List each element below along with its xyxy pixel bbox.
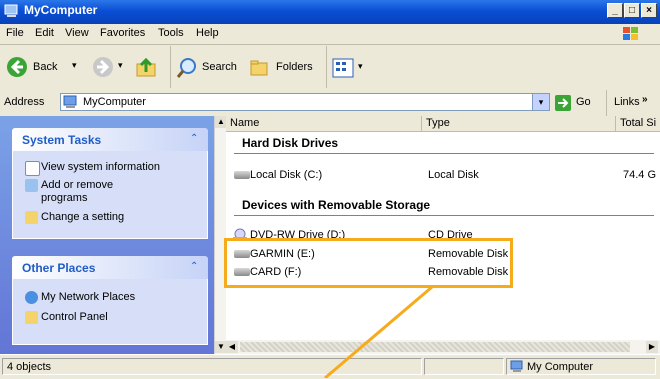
search-label: Search: [202, 61, 237, 73]
group-divider: [234, 215, 654, 216]
column-header-size[interactable]: Total Si: [616, 116, 660, 132]
forward-button[interactable]: [92, 56, 114, 78]
close-button[interactable]: ×: [641, 3, 657, 18]
status-bar: 4 objects My Computer: [0, 354, 660, 379]
chevron-up-icon[interactable]: ⌃: [190, 261, 198, 272]
system-tasks-title: System Tasks: [22, 133, 102, 147]
explorer-window: MyComputer _ □ × File Edit View Favorite…: [0, 0, 660, 379]
control-panel-icon: [25, 311, 38, 324]
drive-size: 74.4 G: [623, 169, 657, 181]
menu-file[interactable]: File: [6, 27, 24, 39]
folders-label: Folders: [276, 61, 313, 73]
go-arrow-icon: [555, 95, 571, 111]
views-button[interactable]: ▾: [332, 56, 370, 80]
views-icon: [332, 58, 354, 78]
chevron-down-icon[interactable]: ▾: [118, 60, 123, 71]
folders-button[interactable]: Folders: [248, 56, 320, 80]
change-setting-link[interactable]: Change a setting: [41, 211, 124, 224]
highlight-box: [224, 238, 513, 288]
chevron-down-icon: ▾: [72, 60, 77, 70]
group-divider: [234, 153, 654, 154]
menu-favorites[interactable]: Favorites: [100, 27, 145, 39]
status-segment-blank: [424, 358, 504, 375]
system-tasks-panel: View system information Add or remove pr…: [12, 151, 208, 239]
back-button[interactable]: Back ▾: [6, 56, 86, 80]
window-title: MyComputer: [24, 3, 98, 17]
address-bar: Address MyComputer ▾ Go Links »: [0, 90, 660, 117]
control-panel-link[interactable]: Control Panel: [41, 311, 108, 324]
windows-logo-icon: [623, 27, 638, 40]
toolbar: Back ▾ ▾ Search Folders ▾: [0, 45, 660, 91]
search-button[interactable]: Search: [176, 56, 242, 80]
menu-view[interactable]: View: [65, 27, 89, 39]
title-bar[interactable]: MyComputer _ □ ×: [0, 0, 660, 24]
links-button[interactable]: Links: [614, 96, 640, 108]
hard-drive-icon: [234, 171, 250, 179]
group-header-hard-disk: Hard Disk Drives: [242, 136, 339, 150]
toolbar-divider: [170, 46, 171, 88]
back-label: Back: [33, 61, 58, 73]
my-network-places-link[interactable]: My Network Places: [41, 291, 135, 304]
other-places-panel: My Network Places Control Panel: [12, 279, 208, 345]
chevron-down-icon: ▾: [358, 61, 363, 71]
status-location: My Computer: [527, 361, 594, 373]
other-places-header[interactable]: Other Places ⌃: [12, 256, 208, 279]
view-system-info-link[interactable]: View system information: [41, 161, 160, 174]
computer-icon: [510, 360, 523, 372]
chevron-up-icon[interactable]: ⌃: [190, 133, 198, 144]
scroll-track[interactable]: [240, 342, 630, 352]
search-icon: [176, 58, 196, 78]
column-header-type[interactable]: Type: [422, 116, 616, 132]
back-arrow-icon: [7, 57, 27, 77]
drive-type: Local Disk: [428, 169, 479, 181]
horizontal-scrollbar[interactable]: ◀ ▶: [226, 340, 660, 354]
address-dropdown-button[interactable]: ▾: [532, 94, 549, 110]
toolbar-divider: [606, 90, 607, 116]
minimize-button[interactable]: _: [607, 3, 623, 18]
drive-name: Local Disk (C:): [250, 169, 323, 181]
task-pane: System Tasks ⌃ View system information A…: [0, 116, 214, 354]
system-tasks-header[interactable]: System Tasks ⌃: [12, 128, 208, 151]
scroll-right-arrow-icon[interactable]: ▶: [646, 341, 658, 353]
chevron-right-icon[interactable]: »: [642, 94, 648, 105]
computer-icon: [4, 4, 18, 17]
system-info-icon: [25, 161, 40, 176]
address-value: MyComputer: [83, 96, 146, 108]
status-segment-location: My Computer: [506, 358, 656, 375]
status-segment-count: 4 objects: [2, 358, 422, 375]
scroll-left-arrow-icon[interactable]: ◀: [226, 341, 238, 353]
go-label: Go: [576, 96, 591, 108]
menu-tools[interactable]: Tools: [158, 27, 184, 39]
add-remove-programs-link[interactable]: Add or remove programs: [41, 179, 161, 205]
network-places-icon: [25, 291, 38, 304]
computer-icon: [63, 95, 77, 108]
up-folder-button[interactable]: [135, 56, 157, 78]
add-remove-icon: [25, 179, 38, 192]
control-panel-icon: [25, 211, 38, 224]
go-button[interactable]: Go: [554, 93, 600, 113]
menu-help[interactable]: Help: [196, 27, 219, 39]
address-label: Address: [4, 96, 45, 108]
content-pane: Name Type Total Si Hard Disk Drives Loca…: [226, 116, 660, 340]
column-header-name[interactable]: Name: [226, 116, 422, 132]
other-places-title: Other Places: [22, 261, 96, 275]
object-count: 4 objects: [7, 361, 52, 373]
maximize-button[interactable]: □: [624, 3, 640, 18]
toolbar-divider: [326, 46, 327, 88]
group-header-removable: Devices with Removable Storage: [242, 198, 431, 212]
menu-edit[interactable]: Edit: [35, 27, 54, 39]
folders-icon: [250, 60, 268, 76]
menu-bar: File Edit View Favorites Tools Help: [0, 24, 660, 45]
address-field[interactable]: MyComputer ▾: [60, 93, 550, 111]
list-item[interactable]: Local Disk (C:) Local Disk 74.4 G: [226, 168, 660, 184]
